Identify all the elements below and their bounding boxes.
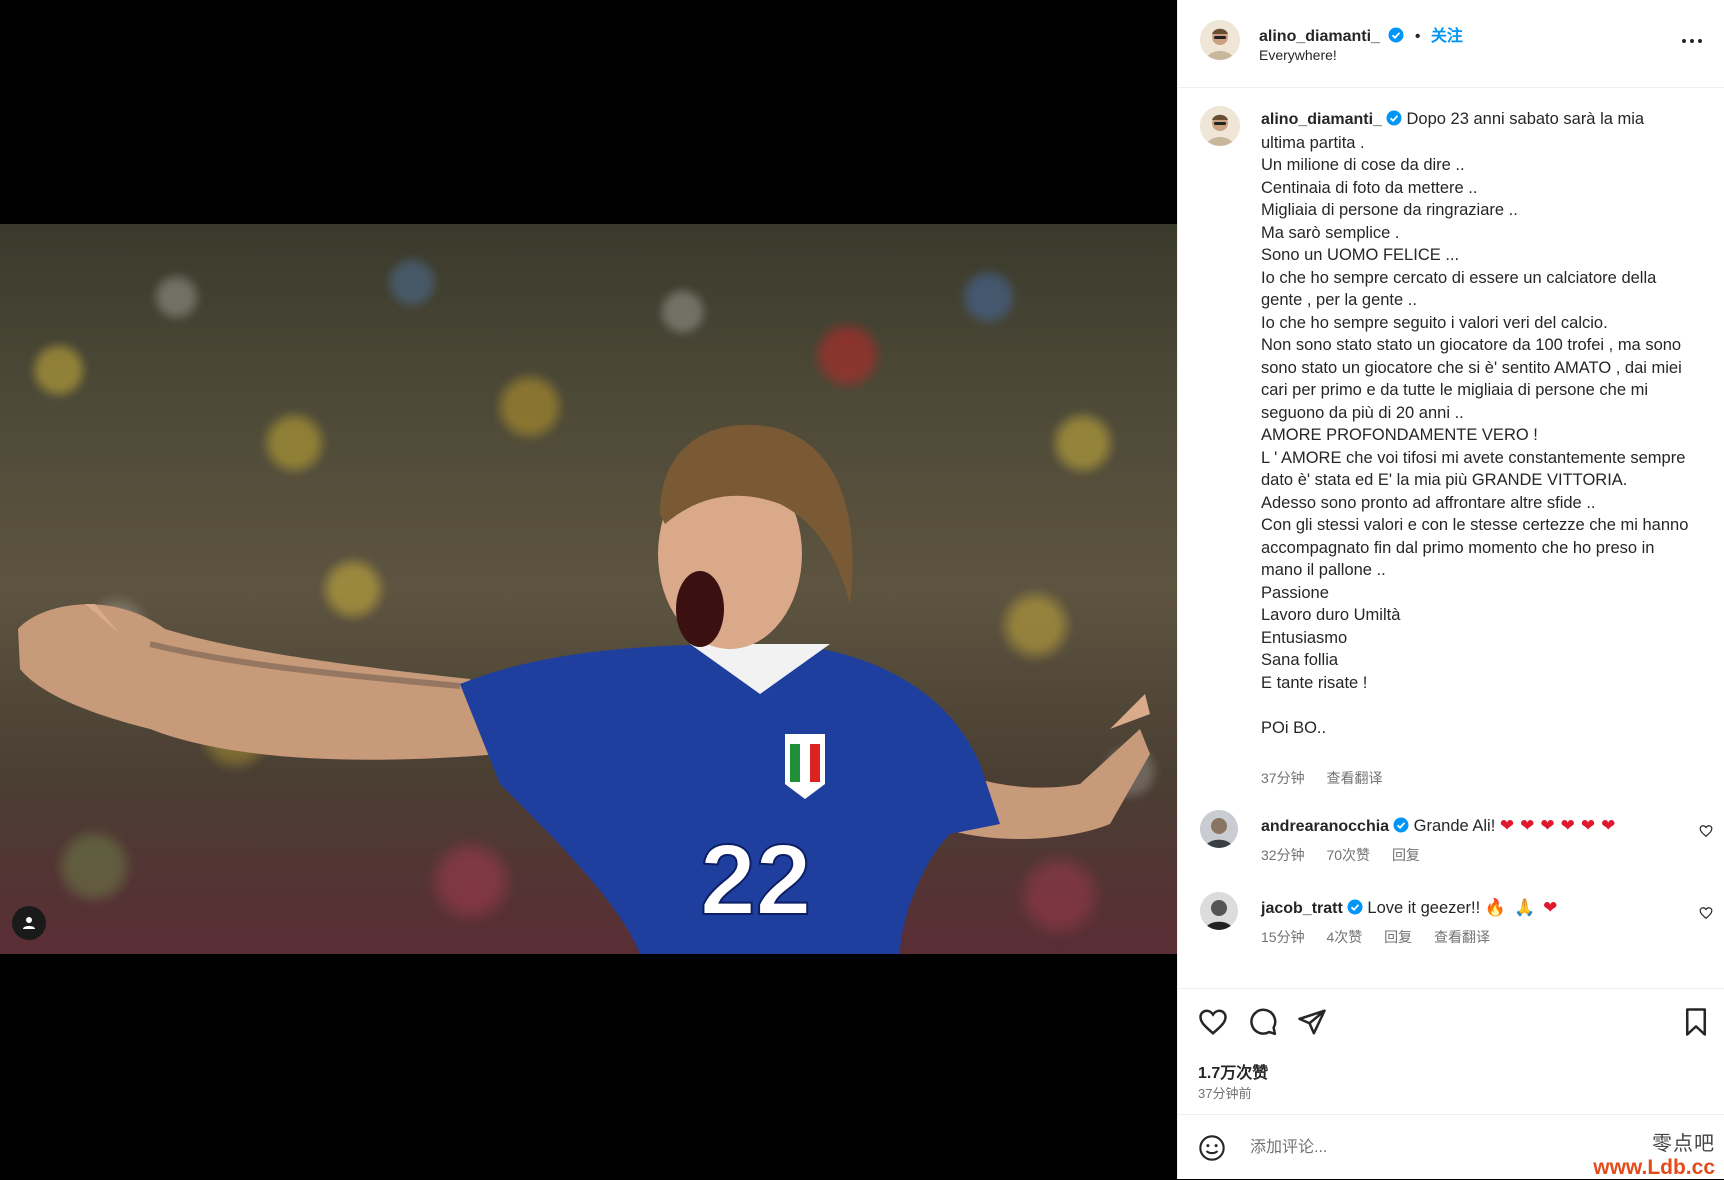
- posted-time[interactable]: 37分钟前: [1198, 1083, 1251, 1102]
- avatar-image: [1200, 20, 1240, 60]
- caption-username[interactable]: alino_diamanti_: [1261, 111, 1382, 128]
- avatar-image: [1200, 810, 1238, 848]
- comment-translate-link[interactable]: 查看翻译: [1434, 929, 1490, 945]
- comment-text-line: andrearanocchia Grande Ali! ❤❤❤❤❤❤: [1261, 816, 1621, 836]
- comment-icon[interactable]: [1248, 1007, 1278, 1037]
- comment-body: Love it geezer!!: [1367, 899, 1481, 917]
- jersey-number: 22: [700, 824, 811, 936]
- send-icon[interactable]: [1297, 1007, 1327, 1037]
- heart-icon[interactable]: [1198, 1007, 1228, 1037]
- comment-text-line: jacob_tratt Love it geezer!! 🔥🙏❤: [1261, 898, 1565, 918]
- comment-time[interactable]: 15分钟: [1261, 929, 1305, 945]
- caption-meta: 37分钟 查看翻译: [1261, 768, 1400, 788]
- header-username[interactable]: alino_diamanti_: [1259, 28, 1380, 45]
- comment-emoji: ❤❤❤❤❤❤: [1499, 816, 1622, 835]
- comment-likes[interactable]: 4次赞: [1326, 929, 1362, 945]
- caption-body: Dopo 23 anni sabato sarà la mia ultima p…: [1261, 110, 1689, 737]
- verified-badge-icon: [1386, 110, 1402, 126]
- add-comment-bar: 零点吧 www.Ldb.cc: [1178, 1114, 1724, 1180]
- heart-icon[interactable]: [1699, 824, 1713, 838]
- person-icon: [23, 917, 35, 929]
- comment-likes[interactable]: 70次赞: [1326, 847, 1370, 863]
- watermark-url: www.Ldb.cc: [1593, 1156, 1715, 1179]
- bookmark-icon[interactable]: [1683, 1007, 1709, 1037]
- likes-count[interactable]: 1.7万次赞: [1198, 1059, 1268, 1083]
- author-avatar[interactable]: [1200, 20, 1240, 60]
- post-actions: 1.7万次赞 37分钟前: [1178, 988, 1724, 1115]
- comment-meta: 15分钟 4次赞 回复 查看翻译: [1261, 927, 1508, 947]
- verified-badge-icon: [1388, 27, 1404, 43]
- more-horizontal-icon[interactable]: [1681, 30, 1703, 52]
- post-photo[interactable]: 22: [0, 224, 1177, 954]
- avatar-image: [1200, 892, 1238, 930]
- follow-button[interactable]: 关注: [1431, 28, 1463, 45]
- header-separator-dot: •: [1414, 28, 1421, 45]
- post-header: alino_diamanti_ • 关注 Everywhere!: [1178, 0, 1724, 88]
- comment-body: Grande Ali!: [1413, 817, 1496, 835]
- comment-meta: 32分钟 70次赞 回复: [1261, 845, 1438, 865]
- comment-reply-button[interactable]: 回复: [1384, 929, 1412, 945]
- heart-icon[interactable]: [1699, 906, 1713, 920]
- watermark-top: 零点吧: [1652, 1131, 1715, 1155]
- post-side-panel: alino_diamanti_ • 关注 Everywhere! alino_d…: [1177, 0, 1724, 1179]
- commenter-avatar[interactable]: [1200, 810, 1238, 848]
- verified-badge-icon: [1347, 899, 1363, 915]
- photo-player: 22: [18, 424, 1150, 954]
- comment-time[interactable]: 32分钟: [1261, 847, 1305, 863]
- caption: alino_diamanti_ Dopo 23 anni sabato sarà…: [1261, 108, 1691, 739]
- comment-reply-button[interactable]: 回复: [1392, 847, 1420, 863]
- commenter-avatar[interactable]: [1200, 892, 1238, 930]
- caption-time[interactable]: 37分钟: [1261, 770, 1305, 786]
- comment-username[interactable]: jacob_tratt: [1261, 900, 1343, 917]
- verified-badge-icon: [1393, 817, 1409, 833]
- site-watermark: 零点吧 www.Ldb.cc: [1593, 1127, 1715, 1180]
- post-media: 22: [0, 0, 1177, 1179]
- caption-author-avatar[interactable]: [1200, 106, 1240, 146]
- comment-emoji: 🔥🙏❤: [1484, 898, 1566, 917]
- tagged-user-button[interactable]: [12, 906, 46, 940]
- header-location[interactable]: Everywhere!: [1259, 47, 1337, 63]
- comment-username[interactable]: andrearanocchia: [1261, 818, 1389, 835]
- caption-translate-link[interactable]: 查看翻译: [1326, 770, 1382, 786]
- comment-input[interactable]: [1248, 1133, 1652, 1163]
- avatar-image: [1200, 106, 1240, 146]
- header-user-line: alino_diamanti_ • 关注: [1259, 22, 1463, 46]
- smiley-icon[interactable]: [1198, 1134, 1226, 1162]
- comments-section[interactable]: alino_diamanti_ Dopo 23 anni sabato sarà…: [1178, 88, 1724, 988]
